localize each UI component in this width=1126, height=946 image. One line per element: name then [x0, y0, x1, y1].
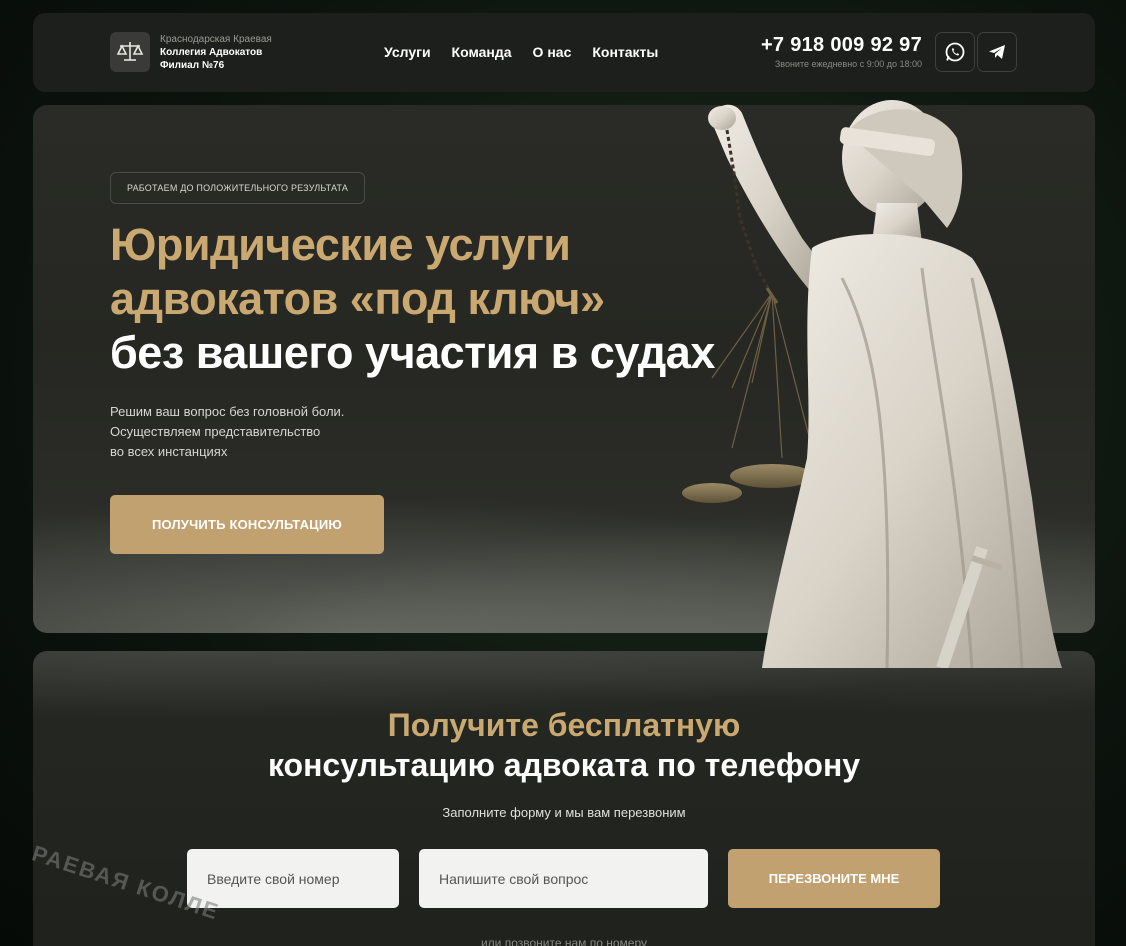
working-hours: Звоните ежедневно с 9:00 до 18:00 — [774, 59, 922, 69]
themis-statue-image — [682, 100, 1062, 668]
hero-title-line-2: адвокатов «под ключ» — [110, 273, 605, 324]
hero-subtitle: Решим ваш вопрос без головной боли. Осущ… — [110, 402, 344, 462]
nav-item-team[interactable]: Команда — [452, 44, 512, 60]
logo-line-region: Краснодарская Краевая — [160, 34, 272, 45]
phone-block: +7 918 009 92 97 Звоните ежедневно с 9:0… — [761, 34, 922, 69]
form-title-white: консультацию адвоката по телефону — [267, 747, 861, 783]
question-input[interactable] — [419, 849, 708, 908]
main-nav: Услуги Команда О нас Контакты — [384, 44, 658, 60]
form-description: Заполните форму и мы вам перезвоним — [442, 805, 686, 820]
whatsapp-button[interactable] — [935, 32, 975, 72]
phone-number[interactable]: +7 918 009 92 97 — [761, 34, 922, 57]
call-me-button[interactable]: ПЕРЕЗВОНИТЕ МНЕ — [728, 849, 940, 908]
hero-sub-line-1: Решим ваш вопрос без головной боли. — [110, 404, 345, 419]
telegram-icon — [989, 45, 1005, 59]
nav-item-about[interactable]: О нас — [533, 44, 572, 60]
form-title: Получите бесплатную консультацию адвокат… — [33, 705, 1095, 785]
call-us-text: или позвоните нам по номеру — [480, 936, 648, 946]
telegram-button[interactable] — [977, 32, 1017, 72]
hero-title-line-3: без вашего участия в судах — [110, 327, 715, 378]
get-consultation-button[interactable]: ПОЛУЧИТЬ КОНСУЛЬТАЦИЮ — [110, 495, 384, 554]
whatsapp-icon — [945, 42, 965, 62]
hero-badge: РАБОТАЕМ ДО ПОЛОЖИТЕЛЬНОГО РЕЗУЛЬТАТА — [110, 172, 366, 204]
nav-item-contacts[interactable]: Контакты — [592, 44, 658, 60]
hero-title: Юридические услуги адвокатов «под ключ» … — [110, 218, 715, 380]
logo-line-branch: Филиал №76 — [160, 60, 225, 71]
hero-sub-line-3: во всех инстанциях — [110, 444, 228, 459]
scales-logo-icon[interactable] — [110, 32, 150, 72]
nav-item-services[interactable]: Услуги — [384, 44, 431, 60]
logo-line-org: Коллегия Адвокатов — [160, 47, 263, 58]
logo-text: Краснодарская Краевая Коллегия Адвокатов… — [160, 33, 272, 72]
hero-title-line-1: Юридические услуги — [110, 219, 571, 270]
hero-sub-line-2: Осуществляем представительство — [110, 424, 321, 439]
form-title-gold: Получите бесплатную — [387, 707, 741, 743]
